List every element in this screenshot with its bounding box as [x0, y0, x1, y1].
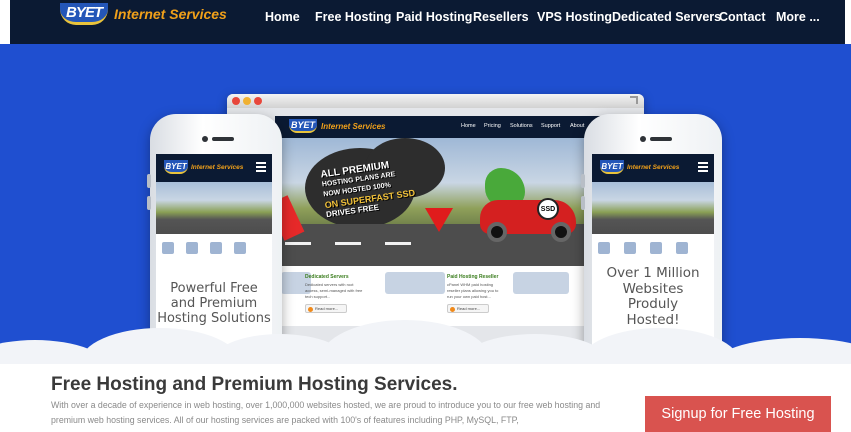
phone-thumbnails	[156, 234, 272, 274]
nav-free-hosting[interactable]: Free Hosting	[315, 10, 391, 24]
read-more-button: Read more...	[305, 304, 347, 313]
right-phone-caption: Over 1 Million Websites Produly Hosted!	[592, 265, 714, 328]
right-phone-screen: BYET Internet Services Over 1 Million We…	[592, 154, 714, 350]
browser-title-bar	[227, 94, 644, 108]
thumbnail-icon	[186, 242, 198, 254]
card-description: cPanel WHM paid hosting reseller plans a…	[447, 282, 499, 299]
logo-text: Internet Services	[114, 6, 227, 22]
top-navigation-bar: BYET Internet Services Home Free Hosting…	[0, 0, 851, 44]
nav-vps-hosting[interactable]: VPS Hosting	[537, 10, 612, 24]
road-line	[335, 242, 361, 245]
browser-mockup: BYET Internet Services Home Pricing Solu…	[227, 94, 644, 352]
mockup-logo-text: Internet Services	[321, 121, 386, 131]
thumbnail-icon	[210, 242, 222, 254]
mockup-nav-solutions: Solutions	[510, 123, 533, 129]
signup-free-hosting-button[interactable]: Signup for Free Hosting	[645, 396, 831, 432]
phone-logo-text: Internet Services	[627, 163, 680, 171]
caption-line: and Premium	[170, 295, 258, 311]
hamburger-menu-icon	[698, 162, 708, 172]
caption-line: Over 1 Million	[606, 265, 700, 281]
hero-banner: BYET Internet Services Home Pricing Solu…	[0, 44, 851, 364]
road-line	[385, 242, 411, 245]
nav-contact[interactable]: Contact	[719, 10, 766, 24]
caption-line: Powerful Free	[170, 281, 258, 296]
hamburger-menu-icon	[256, 162, 266, 172]
phone-thumbnails	[592, 234, 714, 264]
ssd-badge: SSD	[537, 198, 559, 220]
nav-dedicated-servers[interactable]: Dedicated Servers	[612, 10, 721, 24]
phone-logo-text: Internet Services	[191, 163, 244, 171]
intro-text: With over a decade of experience in web …	[51, 400, 601, 425]
card-description: Dedicated servers with root access, semi…	[305, 282, 363, 299]
mockup-nav-support: Support	[541, 123, 561, 129]
thumbnail-icon	[624, 242, 636, 254]
mockup-feature-cards: Dedicated Servers Dedicated servers with…	[275, 266, 620, 326]
mockup-nav: BYET Internet Services Home Pricing Solu…	[275, 116, 620, 138]
caption-line: Produly	[627, 296, 679, 313]
mockup-logo-mark: BYET	[289, 119, 317, 133]
thumbnail-icon	[676, 242, 688, 254]
close-dot-icon	[232, 97, 240, 105]
phone-hero-image	[592, 182, 714, 234]
minimize-dot-icon	[243, 97, 251, 105]
mockup-nav-pricing: Pricing	[484, 123, 501, 129]
nav-resellers[interactable]: Resellers	[473, 10, 529, 24]
phone-nav: BYET Internet Services	[592, 154, 714, 182]
phone-camera-icon	[640, 136, 646, 142]
cloud	[710, 338, 851, 364]
car-wheel	[487, 222, 507, 242]
mockup-logo: BYET Internet Services	[289, 119, 385, 133]
left-phone-screen: BYET Internet Services Powerful Free and…	[156, 154, 272, 344]
phone-logo: BYET Internet Services	[164, 160, 243, 174]
mockup-hero-illustration: ALL PREMIUM HOSTING PLANS ARE NOW HOSTED…	[275, 138, 620, 266]
card-title: Paid Hosting Reseller	[447, 274, 499, 280]
phone-hero-image	[156, 182, 272, 234]
thumbnail-icon	[162, 242, 174, 254]
intro-title: Free Hosting and Premium Hosting Service…	[51, 374, 458, 395]
nav-home[interactable]: Home	[265, 10, 300, 24]
phone-side-button	[147, 174, 151, 188]
thumbnail-icon	[598, 242, 610, 254]
read-more-button: Read more...	[447, 304, 489, 313]
mockup-nav-home: Home	[461, 123, 476, 129]
left-phone-mockup: BYET Internet Services Powerful Free and…	[147, 114, 282, 364]
logo-mark: BYET	[60, 3, 108, 25]
right-phone-mockup: BYET Internet Services Over 1 Million We…	[581, 114, 722, 364]
mockup-nav-about: About	[570, 123, 585, 129]
warning-sign-icon	[425, 208, 453, 232]
phone-side-button	[147, 196, 151, 210]
card-title: Dedicated Servers	[305, 274, 349, 280]
maximize-dot-icon	[254, 97, 262, 105]
phone-speaker	[212, 137, 234, 141]
left-phone-caption: Powerful Free and Premium Hosting Soluti…	[156, 281, 272, 327]
caption-line: Hosted!	[626, 311, 680, 328]
road-line	[285, 242, 311, 245]
nav-paid-hosting[interactable]: Paid Hosting	[396, 10, 472, 24]
car-wheel	[551, 222, 571, 242]
nav-more[interactable]: More ...	[776, 10, 820, 24]
phone-nav: BYET Internet Services	[156, 154, 272, 182]
phone-logo-mark: BYET	[600, 160, 624, 174]
phone-side-button	[581, 196, 585, 210]
thumbnail-icon	[234, 242, 246, 254]
phone-side-button	[581, 174, 585, 188]
resize-icon	[630, 96, 638, 104]
caption-line: Websites	[622, 280, 684, 297]
caption-line: Hosting Solutions	[157, 310, 271, 326]
byet-logo[interactable]: BYET Internet Services	[60, 3, 227, 25]
phone-camera-icon	[202, 136, 208, 142]
phone-logo: BYET Internet Services	[600, 160, 679, 174]
phone-logo-mark: BYET	[164, 160, 188, 174]
card-image	[513, 272, 569, 294]
card-image	[385, 272, 445, 294]
thumbnail-icon	[650, 242, 662, 254]
phone-speaker	[650, 137, 672, 141]
